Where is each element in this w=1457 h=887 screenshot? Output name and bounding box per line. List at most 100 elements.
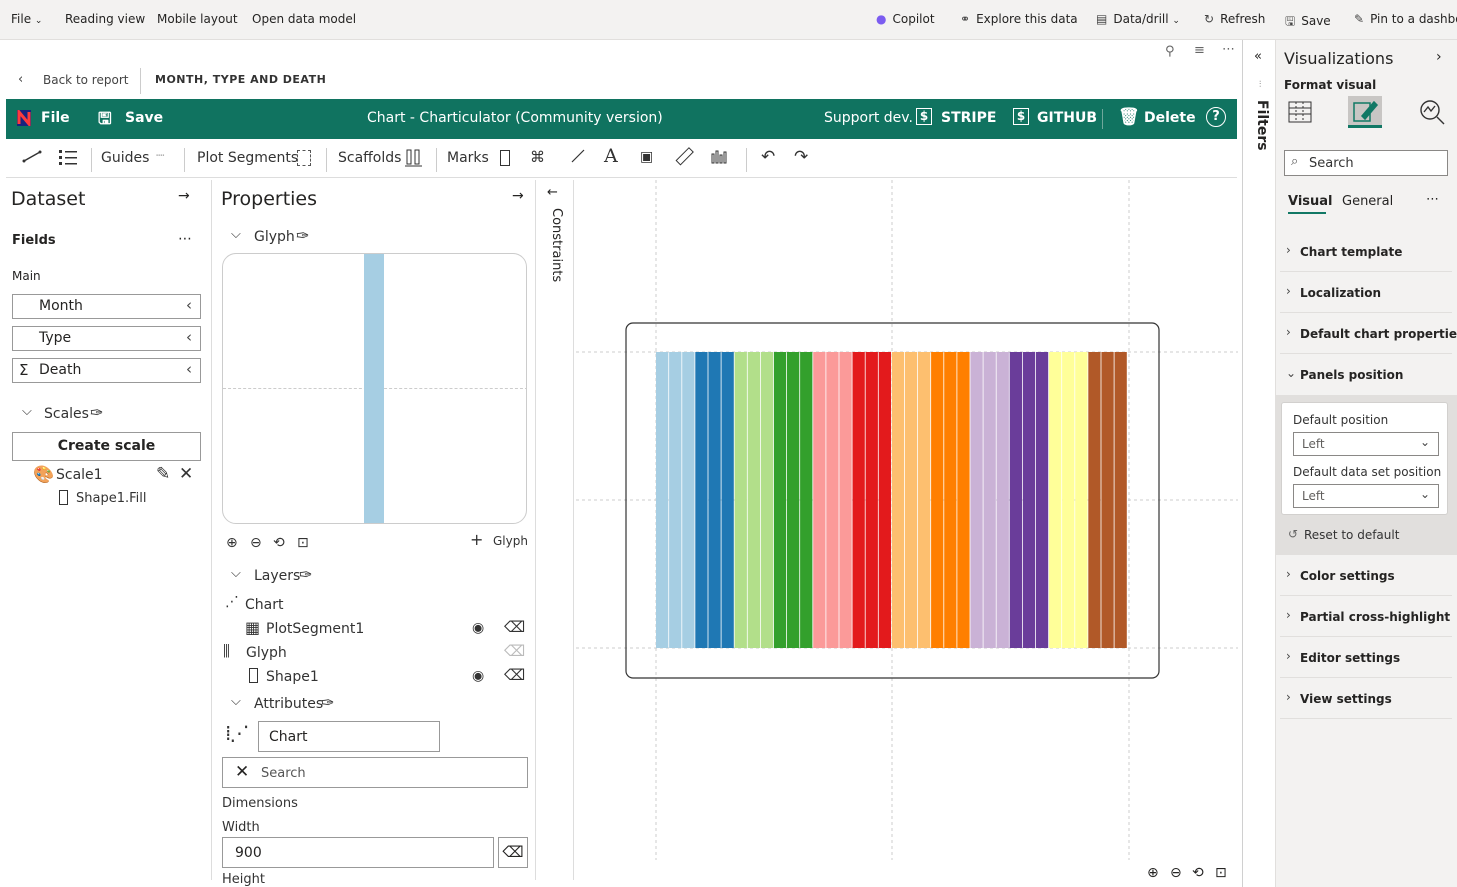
save-button[interactable]: 🖫 Save xyxy=(1285,12,1331,33)
bar-mark[interactable] xyxy=(656,352,669,648)
search-box[interactable]: ⌕ Search xyxy=(1284,150,1448,176)
bar-mark[interactable] xyxy=(773,352,787,648)
bar-mark[interactable] xyxy=(1062,352,1075,648)
arrow-right-icon[interactable]: → xyxy=(512,188,524,204)
bar-mark[interactable] xyxy=(1022,352,1036,648)
bar-mark[interactable] xyxy=(1049,352,1062,648)
zoom-out-icon[interactable]: ⊖ xyxy=(250,535,262,551)
bar-mark[interactable] xyxy=(787,352,800,648)
chart-svg[interactable] xyxy=(576,180,1238,880)
back-to-report-link[interactable]: Back to report xyxy=(43,73,128,87)
eraser-icon[interactable]: ⌫ xyxy=(504,666,525,684)
redo-icon[interactable]: ↷ xyxy=(794,147,808,167)
close-icon[interactable]: ✕ xyxy=(235,762,249,782)
default-position-select[interactable]: Left ⌄ xyxy=(1293,432,1439,456)
close-icon[interactable]: ✕ xyxy=(179,464,193,484)
refresh-button[interactable]: ↻ Refresh xyxy=(1204,12,1265,26)
fit-icon[interactable]: ⟲ xyxy=(273,535,285,551)
bar-mark[interactable] xyxy=(669,352,682,648)
column-type[interactable]: Type ‹ xyxy=(12,326,201,351)
text-mark-icon[interactable]: A xyxy=(604,145,618,167)
help-icon[interactable]: ? xyxy=(1206,107,1226,127)
bar-mark[interactable] xyxy=(891,352,905,648)
symbol-mark-icon[interactable]: ⌘ xyxy=(530,148,545,166)
attribute-name-input[interactable]: Chart xyxy=(258,721,440,752)
eraser-icon[interactable]: ⌫ xyxy=(504,642,525,660)
bar-mark[interactable] xyxy=(983,352,996,648)
bar-mark[interactable] xyxy=(826,352,839,648)
bar-mark[interactable] xyxy=(944,352,957,648)
bar-mark[interactable] xyxy=(1101,352,1114,648)
section-chart-template[interactable]: › Chart template xyxy=(1280,232,1452,272)
layer-chart[interactable]: Chart xyxy=(245,597,283,613)
github-button[interactable]: GITHUB xyxy=(1037,110,1097,126)
glyph-shape-preview[interactable] xyxy=(364,254,384,523)
zoom-rect-icon[interactable]: ⊡ xyxy=(297,535,309,551)
bar-mark[interactable] xyxy=(918,352,931,648)
section-localization[interactable]: › Localization xyxy=(1280,273,1452,313)
glyph-editor[interactable] xyxy=(222,253,527,524)
guide-icon[interactable]: ┈ xyxy=(156,148,164,164)
zoom-in-icon[interactable]: ⊕ xyxy=(1147,865,1159,881)
arrow-left-icon[interactable]: ← xyxy=(547,185,558,200)
data-drill-button[interactable]: ▤ Data/drill ⌄ xyxy=(1096,12,1180,26)
search-box[interactable]: ✕ Search xyxy=(222,757,528,788)
reading-view-button[interactable]: Reading view xyxy=(65,12,145,26)
section-panels-position[interactable]: ⌄ Panels position xyxy=(1280,355,1452,395)
chevron-left-icon[interactable]: ‹ xyxy=(18,72,23,87)
search-input[interactable]: Search xyxy=(261,766,306,781)
bar-mark[interactable] xyxy=(734,352,747,648)
section-color-settings[interactable]: › Color settings xyxy=(1280,556,1452,596)
collapse-icon[interactable]: « xyxy=(1254,49,1262,64)
image-mark-icon[interactable]: ▣ xyxy=(640,149,653,165)
scale-mapping[interactable]: Shape1.Fill xyxy=(76,491,146,506)
chevron-down-icon[interactable]: ⌵ xyxy=(231,227,241,242)
bar-mark[interactable] xyxy=(760,352,774,648)
filters-label[interactable]: Filters xyxy=(1254,100,1270,151)
edit-icon[interactable]: ✎ xyxy=(156,464,170,484)
legend-tool-icon[interactable] xyxy=(58,148,78,166)
bar-mark[interactable] xyxy=(957,352,970,648)
chevron-left-icon[interactable]: ‹ xyxy=(186,296,192,314)
bar-mark[interactable] xyxy=(839,352,852,648)
format-visual-tab[interactable] xyxy=(1348,96,1382,128)
layer-plotsegment[interactable]: PlotSegment1 xyxy=(266,621,364,637)
bar-mark[interactable] xyxy=(931,352,944,648)
column-death[interactable]: Σ Death ‹ xyxy=(12,358,201,383)
pin-icon[interactable]: ✑ xyxy=(296,226,309,245)
more-options-icon[interactable]: ⋯ xyxy=(178,231,192,247)
bar-mark[interactable] xyxy=(813,352,826,648)
bar-mark[interactable] xyxy=(904,352,918,648)
reset-icon[interactable]: ↺ xyxy=(1288,527,1298,541)
section-view-settings[interactable]: › View settings xyxy=(1280,679,1452,719)
link-tool-icon[interactable] xyxy=(22,148,42,164)
reset-to-default-button[interactable]: Reset to default xyxy=(1304,528,1399,542)
more-options-icon[interactable]: ⋯ xyxy=(1426,192,1439,207)
eye-icon[interactable]: ◉ xyxy=(472,668,484,684)
chevron-down-icon[interactable]: ⌵ xyxy=(22,404,32,419)
chevron-left-icon[interactable]: ‹ xyxy=(186,360,192,378)
bar-mark[interactable] xyxy=(1075,352,1088,648)
bar-mark[interactable] xyxy=(1009,352,1022,648)
bar-mark[interactable] xyxy=(708,352,721,648)
scale-name[interactable]: Scale1 xyxy=(56,467,103,483)
search-input[interactable]: Search xyxy=(1309,156,1354,171)
bar-mark[interactable] xyxy=(800,352,813,648)
column-month[interactable]: Month ‹ xyxy=(12,294,201,319)
bar-mark[interactable] xyxy=(878,352,891,648)
section-editor-settings[interactable]: › Editor settings xyxy=(1280,638,1452,678)
bar-mark[interactable] xyxy=(747,352,760,648)
filter-icon[interactable]: ≡ xyxy=(1194,43,1205,58)
bar-mark[interactable] xyxy=(682,352,695,648)
tab-visual[interactable]: Visual xyxy=(1288,194,1333,209)
scaffold-icon[interactable] xyxy=(405,149,423,167)
ruler-icon[interactable] xyxy=(674,147,694,167)
pin-visual-icon[interactable]: ⚲ xyxy=(1165,44,1175,59)
layer-glyph[interactable]: Glyph xyxy=(246,645,287,661)
chevron-down-icon[interactable]: ⌵ xyxy=(231,566,241,581)
fit-icon[interactable]: ⟲ xyxy=(1192,865,1204,881)
chart-canvas[interactable]: ⊕ ⊖ ⟲ ⊡ xyxy=(576,180,1238,881)
mobile-layout-button[interactable]: Mobile layout xyxy=(157,12,238,26)
open-data-model-button[interactable]: Open data model xyxy=(252,12,356,26)
section-partial-cross-highlight[interactable]: › Partial cross-highlight xyxy=(1280,597,1452,637)
